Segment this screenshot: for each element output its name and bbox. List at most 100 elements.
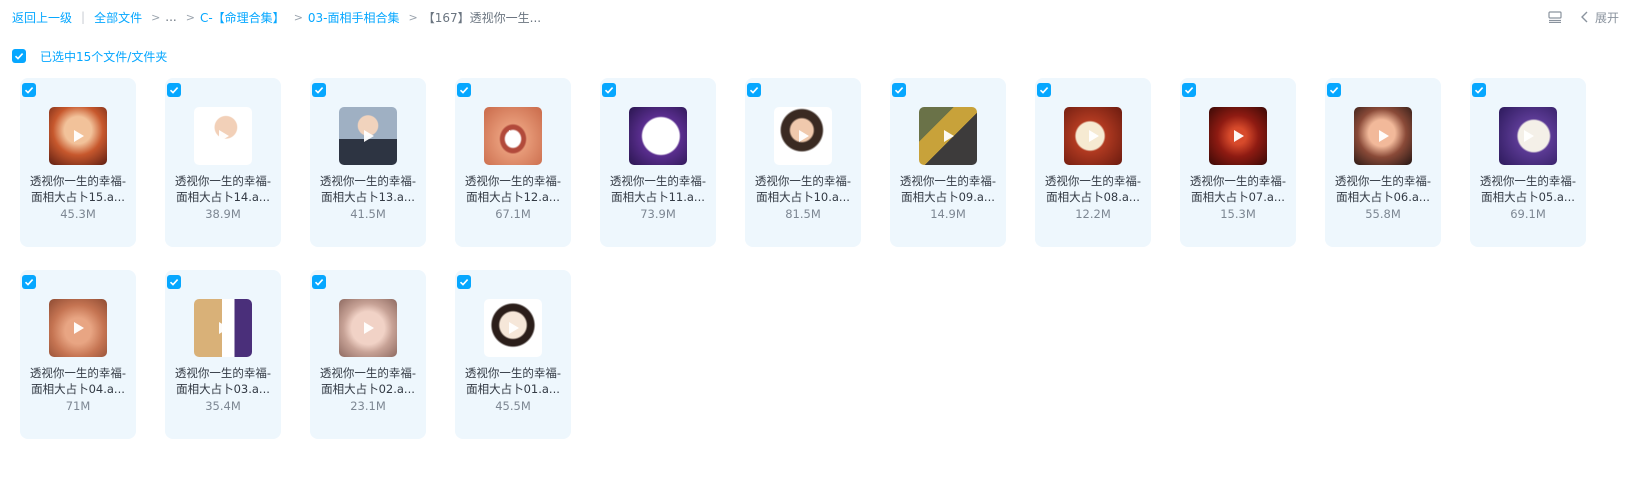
video-thumbnail[interactable]	[484, 107, 542, 165]
video-thumbnail[interactable]	[629, 107, 687, 165]
file-name: 透视你一生的幸福-面相大占卜01.a...	[464, 366, 562, 396]
checkmark-icon	[169, 279, 179, 286]
breadcrumb-separator-icon: >	[151, 10, 161, 24]
file-checkbox[interactable]	[1472, 83, 1486, 97]
video-thumbnail[interactable]	[774, 107, 832, 165]
file-card[interactable]: 透视你一生的幸福-面相大占卜15.a... 45.3M	[20, 78, 136, 247]
video-thumbnail[interactable]	[1209, 107, 1267, 165]
file-checkbox[interactable]	[602, 83, 616, 97]
file-checkbox[interactable]	[1037, 83, 1051, 97]
play-icon	[1524, 130, 1534, 142]
play-icon	[509, 130, 519, 142]
video-thumbnail[interactable]	[919, 107, 977, 165]
file-card[interactable]: 透视你一生的幸福-面相大占卜14.a... 38.9M	[165, 78, 281, 247]
play-icon	[219, 130, 229, 142]
play-icon	[654, 130, 664, 142]
file-size: 14.9M	[930, 207, 966, 221]
breadcrumb-ellipsis[interactable]: ...	[165, 10, 176, 24]
play-icon	[74, 130, 84, 142]
selection-count-label: 已选中15个文件/文件夹	[40, 49, 168, 64]
file-card[interactable]: 透视你一生的幸福-面相大占卜03.a... 35.4M	[165, 270, 281, 439]
checkmark-icon	[1184, 87, 1194, 94]
breadcrumb-divider: |	[81, 10, 86, 24]
file-checkbox[interactable]	[1327, 83, 1341, 97]
breadcrumb-all-files[interactable]: 全部文件	[94, 9, 142, 26]
video-thumbnail[interactable]	[1499, 107, 1557, 165]
play-icon	[364, 130, 374, 142]
file-checkbox[interactable]	[22, 275, 36, 289]
file-name: 透视你一生的幸福-面相大占卜04.a...	[29, 366, 127, 396]
select-all-checkbox[interactable]	[12, 49, 26, 63]
file-size: 23.1M	[350, 399, 386, 413]
play-icon	[1379, 130, 1389, 142]
file-card[interactable]: 透视你一生的幸福-面相大占卜11.a... 73.9M	[600, 78, 716, 247]
file-name: 透视你一生的幸福-面相大占卜05.a...	[1479, 174, 1577, 204]
file-card[interactable]: 透视你一生的幸福-面相大占卜10.a... 81.5M	[745, 78, 861, 247]
file-card[interactable]: 透视你一生的幸福-面相大占卜06.a... 55.8M	[1325, 78, 1441, 247]
video-thumbnail[interactable]	[49, 107, 107, 165]
play-icon	[219, 322, 229, 334]
checkmark-icon	[1474, 87, 1484, 94]
file-size: 45.5M	[495, 399, 531, 413]
file-size: 38.9M	[205, 207, 241, 221]
file-checkbox[interactable]	[457, 83, 471, 97]
breadcrumb-separator-icon: >	[293, 10, 303, 24]
file-card[interactable]: 透视你一生的幸福-面相大占卜02.a... 23.1M	[310, 270, 426, 439]
file-checkbox[interactable]	[747, 83, 761, 97]
video-thumbnail[interactable]	[484, 299, 542, 357]
play-icon	[944, 130, 954, 142]
file-size: 55.8M	[1365, 207, 1401, 221]
video-thumbnail[interactable]	[49, 299, 107, 357]
play-icon	[1234, 130, 1244, 142]
file-card[interactable]: 透视你一生的幸福-面相大占卜12.a... 67.1M	[455, 78, 571, 247]
file-size: 69.1M	[1510, 207, 1546, 221]
play-icon	[1089, 130, 1099, 142]
checkmark-icon	[14, 53, 24, 60]
checkmark-icon	[894, 87, 904, 94]
file-checkbox[interactable]	[312, 275, 326, 289]
checkmark-icon	[1329, 87, 1339, 94]
play-icon	[799, 130, 809, 142]
file-name: 透视你一生的幸福-面相大占卜03.a...	[174, 366, 272, 396]
checkmark-icon	[314, 279, 324, 286]
view-controls: 展开	[1548, 8, 1619, 26]
play-icon	[74, 322, 84, 334]
file-card[interactable]: 透视你一生的幸福-面相大占卜04.a... 71M	[20, 270, 136, 439]
breadcrumb-folder-mianxiang[interactable]: 03-面相手相合集	[308, 9, 400, 26]
checkmark-icon	[314, 87, 324, 94]
file-checkbox[interactable]	[457, 275, 471, 289]
file-size: 81.5M	[785, 207, 821, 221]
file-checkbox[interactable]	[167, 275, 181, 289]
file-card[interactable]: 透视你一生的幸福-面相大占卜08.a... 12.2M	[1035, 78, 1151, 247]
file-name: 透视你一生的幸福-面相大占卜11.a...	[609, 174, 707, 204]
video-thumbnail[interactable]	[194, 107, 252, 165]
back-link[interactable]: 返回上一级	[12, 9, 72, 26]
checkmark-icon	[1039, 87, 1049, 94]
file-size: 41.5M	[350, 207, 386, 221]
video-thumbnail[interactable]	[339, 299, 397, 357]
video-thumbnail[interactable]	[339, 107, 397, 165]
breadcrumb-folder-mingli[interactable]: C-【命理合集】	[200, 9, 285, 26]
checkmark-icon	[24, 87, 34, 94]
chevron-left-icon[interactable]	[1580, 11, 1589, 23]
file-card[interactable]: 透视你一生的幸福-面相大占卜07.a... 15.3M	[1180, 78, 1296, 247]
file-checkbox[interactable]	[1182, 83, 1196, 97]
video-thumbnail[interactable]	[1064, 107, 1122, 165]
file-checkbox[interactable]	[167, 83, 181, 97]
file-checkbox[interactable]	[312, 83, 326, 97]
list-view-icon[interactable]	[1548, 11, 1562, 23]
video-thumbnail[interactable]	[194, 299, 252, 357]
file-checkbox[interactable]	[892, 83, 906, 97]
file-size: 35.4M	[205, 399, 241, 413]
checkmark-icon	[459, 87, 469, 94]
file-checkbox[interactable]	[22, 83, 36, 97]
file-size: 12.2M	[1075, 207, 1111, 221]
checkmark-icon	[604, 87, 614, 94]
file-card[interactable]: 透视你一生的幸福-面相大占卜09.a... 14.9M	[890, 78, 1006, 247]
file-card[interactable]: 透视你一生的幸福-面相大占卜01.a... 45.5M	[455, 270, 571, 439]
file-card[interactable]: 透视你一生的幸福-面相大占卜05.a... 69.1M	[1470, 78, 1586, 247]
video-thumbnail[interactable]	[1354, 107, 1412, 165]
file-name: 透视你一生的幸福-面相大占卜09.a...	[899, 174, 997, 204]
file-card[interactable]: 透视你一生的幸福-面相大占卜13.a... 41.5M	[310, 78, 426, 247]
expand-button[interactable]: 展开	[1595, 9, 1619, 26]
